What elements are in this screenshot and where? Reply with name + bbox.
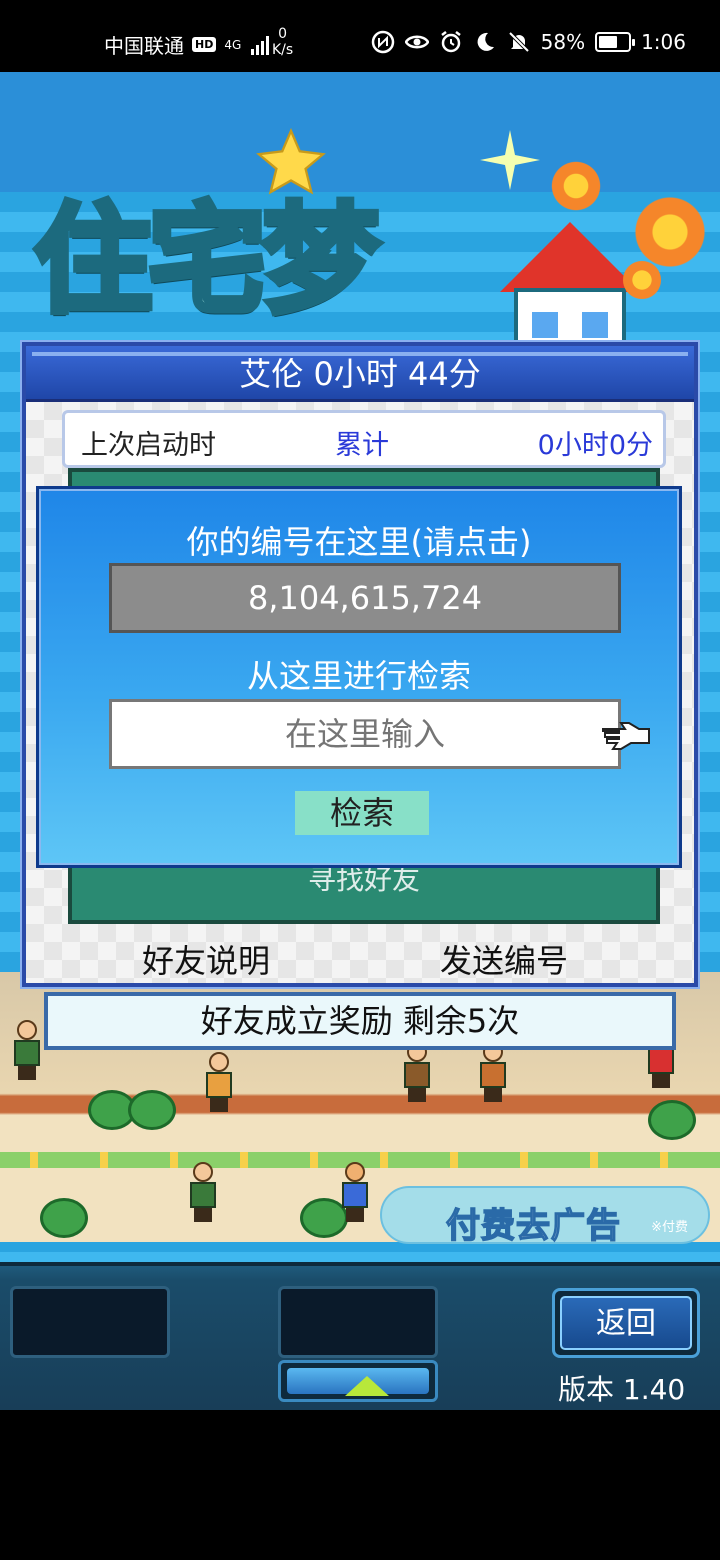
resident-character bbox=[400, 1042, 434, 1102]
hd-badge: HD bbox=[192, 37, 217, 52]
signal-icon bbox=[251, 35, 270, 55]
id-search-panel: 你的编号在这里(请点击) 8,104,615,724 从这里进行检索 检索 bbox=[36, 486, 682, 868]
alarm-icon bbox=[440, 31, 461, 53]
resident-character bbox=[338, 1162, 372, 1222]
total-time-value: 0小时0分 bbox=[537, 430, 653, 461]
your-id-value[interactable]: 8,104,615,724 bbox=[109, 563, 621, 633]
friend-reward-bar: 好友成立奖励 剩余5次 bbox=[44, 992, 676, 1050]
dialog-title: 艾伦 0小时 44分 bbox=[26, 346, 694, 402]
version-label: 版本 1.40 bbox=[558, 1373, 686, 1406]
network-label: 4G bbox=[224, 37, 242, 52]
resident-character bbox=[186, 1162, 220, 1222]
play-time-row: 上次启动时 累计 0小时0分 bbox=[62, 410, 666, 468]
battery-percent: 58% bbox=[540, 30, 586, 54]
star-icon bbox=[256, 128, 326, 195]
send-id-button[interactable]: 发送编号 bbox=[440, 936, 568, 982]
flower-icon bbox=[620, 258, 664, 302]
friend-id-search-input[interactable] bbox=[109, 699, 621, 769]
status-left: 中国联通 HD 4G bbox=[104, 30, 273, 59]
search-label: 从这里进行检索 bbox=[246, 657, 471, 695]
eye-icon bbox=[404, 35, 429, 49]
remove-ads-label: 付费去广告 bbox=[445, 1205, 621, 1247]
friend-help-button[interactable]: 好友说明 bbox=[142, 936, 270, 982]
resident-character bbox=[476, 1042, 510, 1102]
nfc-icon bbox=[371, 30, 394, 54]
empty-slot-center[interactable] bbox=[278, 1286, 438, 1358]
battery-icon bbox=[595, 32, 636, 52]
status-bar: 中国联通 HD 4G 0 K/s 58% 1:06 bbox=[0, 0, 720, 72]
resident-character bbox=[10, 1020, 44, 1080]
dialog-footer: 好友说明 发送编号 bbox=[26, 936, 694, 984]
dialog-title-text: 艾伦 0小时 44分 bbox=[239, 355, 481, 393]
bush bbox=[40, 1198, 88, 1238]
navigation-area bbox=[0, 1410, 720, 1560]
network-speed: 0 K/s bbox=[272, 26, 293, 58]
expand-up-button[interactable] bbox=[278, 1360, 438, 1402]
back-button-label: 返回 bbox=[560, 1296, 692, 1350]
speed-value: 0 bbox=[278, 26, 288, 42]
total-label[interactable]: 累计 bbox=[335, 423, 389, 462]
arrow-up-icon bbox=[345, 1376, 389, 1396]
game-screen: 住宅梦 付费去广告 ※付费 艾伦 0小时 44分 上次启动时 累计 0小时0分 … bbox=[0, 72, 720, 1410]
your-id-label: 你的编号在这里(请点击) bbox=[186, 523, 532, 561]
remove-ads-note: ※付费 bbox=[651, 1220, 688, 1235]
empty-slot-left[interactable] bbox=[10, 1286, 170, 1358]
moon-icon bbox=[477, 32, 494, 51]
flower-icon bbox=[548, 158, 604, 214]
clock: 1:06 bbox=[641, 30, 686, 54]
bush bbox=[648, 1100, 696, 1140]
carrier-label: 中国联通 bbox=[104, 34, 184, 58]
search-button[interactable]: 检索 bbox=[295, 791, 429, 835]
back-button[interactable]: 返回 bbox=[552, 1288, 700, 1358]
pointing-hand-icon bbox=[602, 722, 650, 750]
resident-character bbox=[202, 1052, 236, 1112]
remove-ads-banner[interactable]: 付费去广告 ※付费 bbox=[380, 1186, 710, 1247]
mute-bell-icon bbox=[508, 31, 530, 53]
bottom-control-bar: 返回 版本 1.40 bbox=[0, 1262, 720, 1410]
bush bbox=[128, 1090, 176, 1130]
sparkle-icon bbox=[480, 130, 540, 190]
speed-unit: K/s bbox=[272, 42, 294, 58]
last-launch-label: 上次启动时 bbox=[81, 430, 216, 461]
status-right: 58% 1:06 bbox=[371, 30, 686, 54]
